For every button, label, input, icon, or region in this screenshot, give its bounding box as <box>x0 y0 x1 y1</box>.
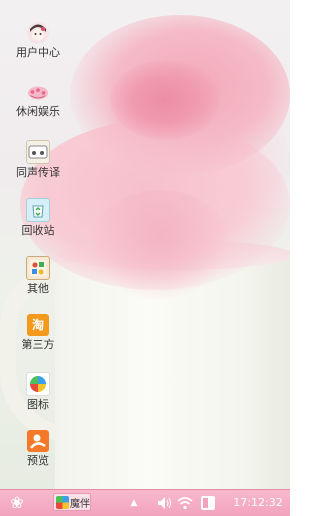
taskbar-clock[interactable]: 17:12:32 <box>232 493 284 513</box>
icon-label: 预览 <box>27 454 49 467</box>
volume-button[interactable] <box>156 493 174 513</box>
taskbar-app-label: 魔伴 <box>70 498 90 510</box>
taskbar: ❀ 魔伴 ▲ 17:12:32 <box>0 489 290 516</box>
taobao-glyph: 淘 <box>31 317 44 332</box>
desktop-icon-third-party[interactable]: 淘 第三方 <box>0 314 76 351</box>
flower-icon: ❀ <box>10 493 24 512</box>
icon-label: 图标 <box>27 398 49 411</box>
icon-label: 休闲娱乐 <box>16 105 60 118</box>
icon-label: 第三方 <box>21 338 55 351</box>
translation-icon <box>26 140 50 164</box>
wifi-button[interactable] <box>176 493 194 513</box>
battery-indicator[interactable] <box>199 493 217 513</box>
rose-center <box>110 60 220 140</box>
start-button[interactable]: ❀ <box>6 493 28 513</box>
volume-icon <box>158 497 171 509</box>
icon-label: 同声传译 <box>16 166 60 179</box>
taobao-icon: 淘 <box>27 314 49 336</box>
taskbar-app-button[interactable]: 魔伴 <box>53 493 91 511</box>
desktop-icon-user-center[interactable]: 用户中心 <box>0 22 76 59</box>
icon-label: 用户中心 <box>16 46 60 59</box>
recycle-bin-icon <box>26 198 50 222</box>
battery-icon <box>201 496 215 510</box>
desktop-icon-other[interactable]: 其他 <box>0 256 76 295</box>
wifi-icon <box>177 497 193 510</box>
entertainment-icon <box>27 81 49 103</box>
desktop-wallpaper <box>0 0 290 489</box>
tray-expand-arrow[interactable]: ▲ <box>128 493 140 513</box>
icon-label: 回收站 <box>21 224 55 237</box>
chevron-up-icon: ▲ <box>130 498 138 508</box>
desktop-icon-entertainment[interactable]: 休闲娱乐 <box>0 81 76 118</box>
pinwheel-icon <box>26 372 50 396</box>
pinwheel-icon <box>56 495 69 509</box>
preview-icon <box>27 430 49 452</box>
desktop-icon-icons[interactable]: 图标 <box>0 372 76 411</box>
user-avatar-icon <box>27 22 49 44</box>
desktop-icon-translation[interactable]: 同声传译 <box>0 140 76 179</box>
icon-label: 其他 <box>27 282 49 295</box>
other-apps-icon <box>26 256 50 280</box>
desktop-icon-preview[interactable]: 预览 <box>0 430 76 467</box>
desktop-icon-recycle-bin[interactable]: 回收站 <box>0 198 76 237</box>
rose-petal-bottom <box>90 190 230 300</box>
